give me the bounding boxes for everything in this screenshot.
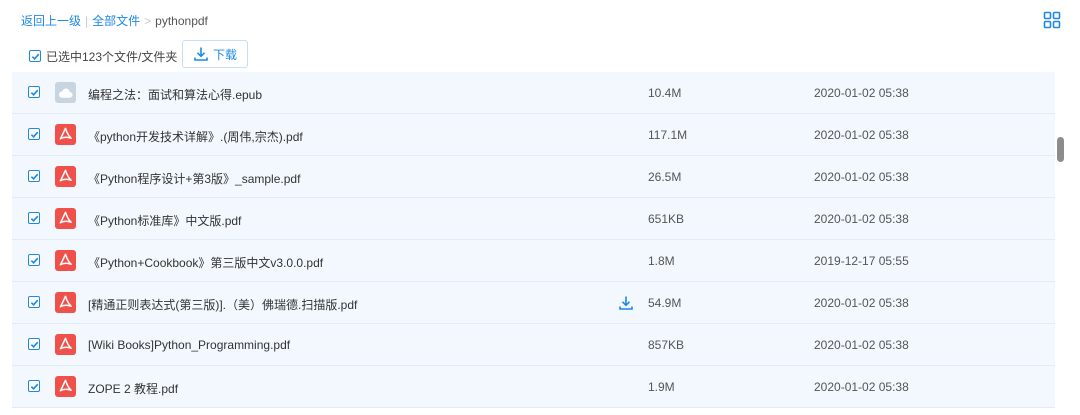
check-icon [30,383,38,390]
pdf-file-icon [55,292,76,313]
selected-count-text: 已选中123个文件/文件夹 [46,50,178,64]
file-date: 2020-01-02 05:38 [814,212,909,226]
file-row[interactable]: 《python开发技术详解》.(周伟,宗杰).pdf 117.1M 2020-0… [12,114,1055,156]
row-checkbox[interactable] [28,170,40,182]
check-icon [30,299,38,306]
check-icon [30,89,38,96]
file-size: 857KB [648,338,685,352]
file-row[interactable]: [精通正则表达式(第三版)].（美）佛瑞德.扫描版.pdf 54.9M 2020… [12,282,1055,324]
row-checkbox[interactable] [28,296,40,308]
check-icon [30,131,38,138]
back-link[interactable]: 返回上一级 [21,12,81,29]
row-checkbox[interactable] [28,254,40,266]
check-icon [30,257,38,264]
row-checkbox[interactable] [28,338,40,350]
file-date: 2020-01-02 05:38 [814,170,909,184]
breadcrumb-current: pythonpdf [155,13,208,28]
file-row[interactable]: 《Python+Cookbook》第三版中文v3.0.0.pdf 1.8M 20… [12,240,1055,282]
file-size: 1.9M [648,380,675,394]
file-name[interactable]: 编程之法：面试和算法心得.epub [88,86,262,103]
row-checkbox[interactable] [28,380,40,392]
download-button-label: 下载 [212,47,237,62]
pdf-file-icon [55,334,76,355]
file-name[interactable]: [精通正则表达式(第三版)].（美）佛瑞德.扫描版.pdf [88,296,357,313]
top-bar: 返回上一级 | 全部文件 > pythonpdf [0,0,1080,38]
file-size: 117.1M [648,128,688,142]
check-icon [30,341,38,348]
grid-view-icon[interactable] [1043,11,1061,29]
check-icon [30,215,38,222]
file-date: 2020-01-02 05:38 [814,338,909,352]
scrollbar-thumb[interactable] [1057,137,1064,162]
file-size: 54.9M [648,296,682,310]
file-date: 2020-01-02 05:38 [814,128,909,142]
file-name[interactable]: 《Python程序设计+第3版》_sample.pdf [88,170,300,187]
row-checkbox[interactable] [28,86,40,98]
file-date: 2020-01-02 05:38 [814,380,909,394]
breadcrumb-separator: > [144,13,152,28]
row-checkbox[interactable] [28,128,40,140]
file-row[interactable]: ZOPE 2 教程.pdf 1.9M 2020-01-02 05:38 [12,366,1055,408]
breadcrumb: 返回上一级 | 全部文件 > pythonpdf [21,12,208,29]
pdf-file-icon [55,124,76,145]
file-date: 2020-01-02 05:38 [814,296,909,310]
epub-file-icon [55,82,76,103]
row-download-icon[interactable] [618,295,634,311]
pdf-file-icon [55,208,76,229]
file-list: 编程之法：面试和算法心得.epub 10.4M 2020-01-02 05:38… [12,72,1055,415]
file-name[interactable]: ZOPE 2 教程.pdf [88,380,178,397]
all-files-link[interactable]: 全部文件 [92,12,140,29]
file-size: 26.5M [648,170,682,184]
file-row[interactable]: [Wiki Books]Python_Programming.pdf 857KB… [12,324,1055,366]
breadcrumb-divider: | [85,13,89,28]
file-name[interactable]: [Wiki Books]Python_Programming.pdf [88,338,290,352]
file-size: 651KB [648,212,685,226]
file-name[interactable]: 《Python+Cookbook》第三版中文v3.0.0.pdf [88,254,323,271]
file-row[interactable]: 《Python标准库》中文版.pdf 651KB 2020-01-02 05:3… [12,198,1055,240]
select-all-checkbox[interactable] [29,50,41,62]
file-size: 10.4M [648,86,682,100]
file-row[interactable]: 《Python程序设计+第3版》_sample.pdf 26.5M 2020-0… [12,156,1055,198]
pdf-file-icon [55,166,76,187]
file-row[interactable]: 编程之法：面试和算法心得.epub 10.4M 2020-01-02 05:38 [12,72,1055,114]
check-icon [30,173,38,180]
row-checkbox[interactable] [28,212,40,224]
file-name[interactable]: 《Python标准库》中文版.pdf [88,212,241,229]
pdf-file-icon [55,376,76,397]
file-date: 2019-12-17 05:55 [814,254,909,268]
download-icon [194,47,208,61]
file-date: 2020-01-02 05:38 [814,86,909,100]
download-button[interactable]: 下载 [182,40,248,68]
file-size: 1.8M [648,254,675,268]
check-icon [31,53,39,60]
pdf-file-icon [55,250,76,271]
file-name[interactable]: 《python开发技术详解》.(周伟,宗杰).pdf [88,128,303,145]
